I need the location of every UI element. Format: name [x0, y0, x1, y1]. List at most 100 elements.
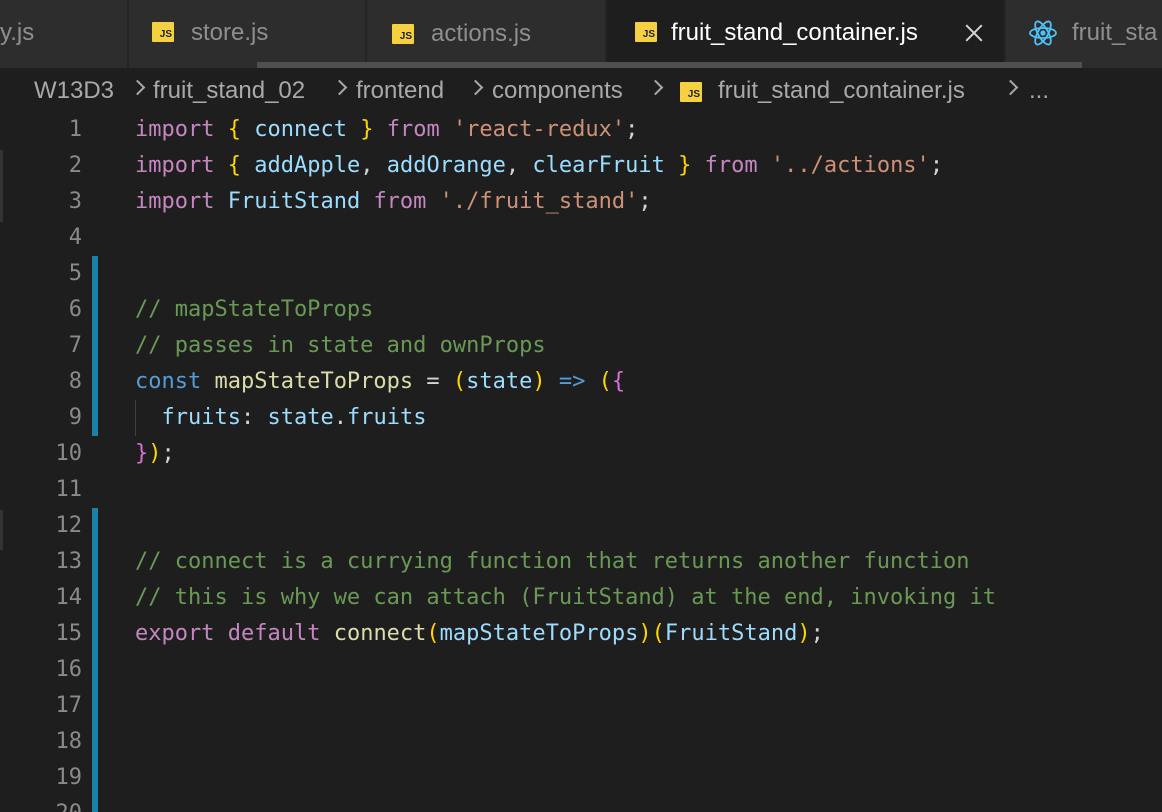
tab-y-js[interactable]: y.js	[0, 0, 128, 68]
code-token: addOrange	[386, 153, 506, 178]
code-token: state	[267, 405, 334, 430]
code-line[interactable]: import FruitStand from './fruit_stand';	[135, 184, 652, 220]
tab-store-js[interactable]: JS store.js	[129, 0, 366, 68]
react-icon	[1029, 20, 1057, 46]
code-token: FruitStand	[664, 621, 798, 646]
code-token: // this is why we can attach (FruitStand…	[135, 585, 996, 610]
code-token: addApple	[240, 153, 361, 178]
line-number: 11	[55, 477, 83, 502]
tab-label: fruit_sta	[1072, 19, 1158, 46]
line-number: 7	[68, 333, 82, 358]
tab-actions-js[interactable]: JS actions.js	[367, 0, 606, 68]
line-number: 16	[55, 657, 83, 682]
line-number: 3	[68, 189, 82, 214]
code-token: ;	[929, 153, 944, 178]
code-token: // passes in state and ownProps	[135, 333, 546, 358]
code-token: ,	[505, 153, 533, 178]
code-token: }	[678, 153, 692, 178]
tab-label: fruit_stand_container.js	[671, 19, 918, 46]
modified-gutter-indicator[interactable]	[92, 256, 98, 436]
code-token: const	[135, 369, 202, 394]
code-line[interactable]: import { connect } from 'react-redux';	[135, 112, 638, 148]
code-token: ;	[625, 117, 639, 142]
code-line[interactable]: const mapStateToProps = (state) => ({	[135, 364, 625, 400]
code-line[interactable]: });	[135, 436, 175, 472]
code-token: {	[227, 117, 241, 142]
code-token: connect	[240, 117, 361, 142]
code-token: connect	[333, 621, 427, 646]
tab-bar: y.js JS store.js JS actions.js JS fruit_…	[0, 0, 1162, 68]
code-token: clearFruit	[532, 153, 679, 178]
line-number: 19	[55, 765, 83, 790]
breadcrumb-item-components[interactable]: components	[492, 76, 623, 106]
line-number: 2	[68, 153, 82, 178]
line-number: 5	[68, 261, 82, 286]
line-number: 18	[55, 729, 83, 754]
code-token: )	[638, 621, 652, 646]
line-number: 10	[55, 441, 83, 466]
code-token: '../actions'	[770, 153, 930, 178]
close-icon[interactable]	[962, 21, 986, 45]
tab-fruit-stand-container-js[interactable]: JS fruit_stand_container.js	[607, 0, 1005, 68]
code-token: state	[466, 369, 533, 394]
code-line[interactable]: export default connect(mapStateToProps)(…	[135, 616, 824, 652]
code-token: fruits	[346, 405, 427, 430]
js-file-icon: JS	[635, 22, 657, 42]
line-number: 15	[55, 621, 83, 646]
code-token: from	[704, 153, 758, 178]
code-editor[interactable]: 1234567891011121314151617181920 import {…	[0, 114, 1162, 812]
code-line[interactable]: // this is why we can attach (FruitStand…	[135, 580, 996, 616]
code-token: (	[598, 369, 612, 394]
code-line[interactable]: // connect is a currying function that r…	[135, 544, 969, 580]
line-number: 14	[55, 585, 83, 610]
chevron-right-icon	[129, 79, 146, 96]
line-number: 9	[68, 405, 82, 430]
breadcrumb-item-w13d3[interactable]: W13D3	[34, 76, 114, 106]
code-token: :	[240, 405, 268, 430]
tab-fruit-stand-jsx[interactable]: fruit_sta	[1006, 0, 1162, 68]
js-file-icon: JS	[392, 24, 414, 44]
code-token: import	[135, 189, 215, 214]
code-line[interactable]: import { addApple, addOrange, clearFruit…	[135, 148, 943, 184]
code-token: (	[426, 621, 440, 646]
code-line[interactable]: fruits: state.fruits	[135, 400, 427, 436]
breadcrumb-item-file[interactable]: fruit_stand_container.js	[718, 76, 965, 106]
breadcrumb: W13D3 fruit_stand_02 frontend components…	[0, 68, 1162, 114]
code-token: FruitStand	[227, 189, 361, 214]
line-number: 6	[68, 297, 82, 322]
breadcrumb-item-frontend[interactable]: frontend	[356, 76, 444, 106]
code-token: (	[651, 621, 665, 646]
code-token: import	[135, 153, 215, 178]
code-token: ,	[360, 153, 387, 178]
code-token: from	[373, 189, 427, 214]
line-number: 12	[55, 513, 83, 538]
modified-gutter-indicator[interactable]	[92, 508, 98, 812]
code-token: ;	[161, 441, 175, 466]
chevron-right-icon	[331, 79, 348, 96]
line-number: 13	[55, 549, 83, 574]
code-token: )	[797, 621, 811, 646]
code-token: )	[148, 441, 162, 466]
code-token: mapStateToProps	[439, 621, 639, 646]
line-number: 20	[0, 796, 83, 812]
tab-label: y.js	[0, 19, 35, 46]
line-number: 17	[55, 693, 83, 718]
breadcrumb-item-more[interactable]: ...	[1029, 76, 1049, 106]
code-token: .	[333, 405, 347, 430]
code-line[interactable]: // mapStateToProps	[135, 292, 373, 328]
breadcrumb-item-fruit-stand-02[interactable]: fruit_stand_02	[153, 76, 305, 106]
code-token: // connect is a currying function that r…	[135, 549, 970, 574]
code-line[interactable]: // passes in state and ownProps	[135, 328, 546, 364]
line-number: 1	[68, 117, 82, 142]
